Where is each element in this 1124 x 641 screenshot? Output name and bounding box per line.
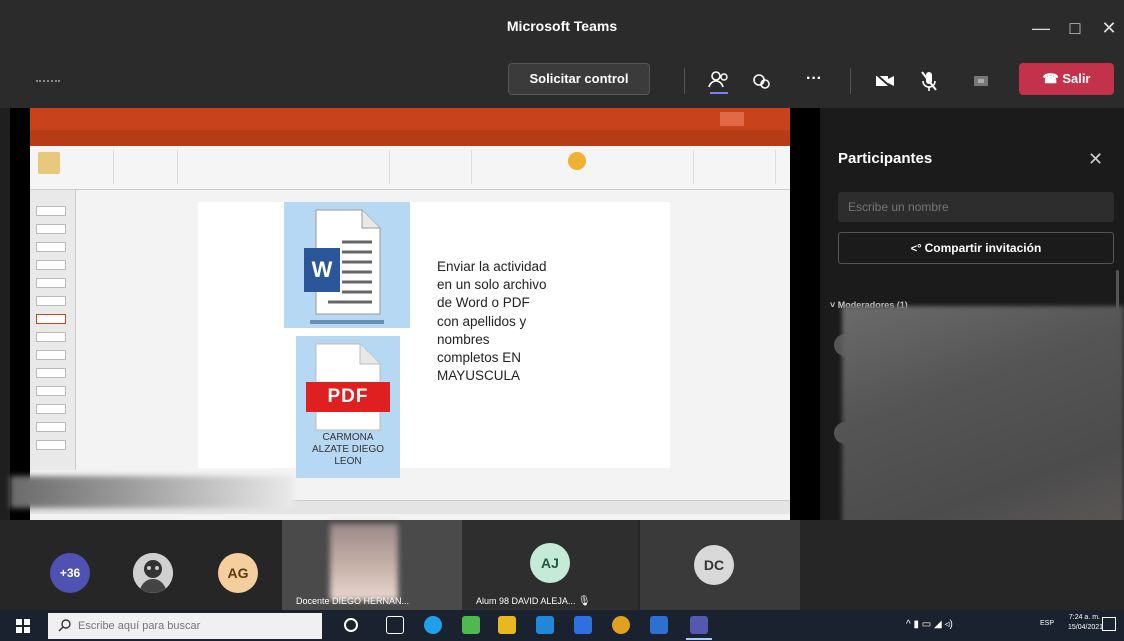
request-control-button[interactable]: Solicitar control [508,63,650,95]
participant-photo-avatar[interactable] [133,553,173,593]
instruction-line: MAYUSCULA [437,368,521,384]
avatar-aj: AJ [530,543,570,583]
caption-line: LEON [334,456,362,467]
powerpoint-ribbon [30,146,790,190]
share-icon: <° [910,243,925,255]
taskbar-search-input[interactable] [48,613,322,639]
hangup-icon: ☎ [1042,71,1063,86]
word-file-tile: W [284,202,410,328]
cortana-icon[interactable] [344,618,358,632]
taskbar-clock[interactable]: 7:24 a. m. 15/04/2021 [1068,613,1104,633]
instruction-line: nombres [437,331,490,347]
photos-icon[interactable] [462,616,480,634]
avatar-image-icon [133,553,173,593]
slide-thumbnail-pane [30,190,76,470]
participants-icon[interactable] [704,66,734,96]
store-icon[interactable] [536,616,554,634]
minimize-button[interactable]: — [1026,14,1056,42]
maximize-button[interactable]: □ [1060,14,1090,42]
file-explorer-icon[interactable] [498,616,516,634]
pdf-filename-caption: CARMONA ALZATE DIEGO LEON [296,432,400,468]
blurred-video-feed [330,524,398,600]
chrome-icon[interactable] [612,616,630,634]
windows-start-icon[interactable] [16,619,30,633]
mic-icon: 🎙 [577,596,591,607]
close-panel-icon[interactable]: ✕ [1088,149,1103,170]
instruction-line: de Word o PDF [437,295,530,311]
slide-instruction-text: Enviar la actividad en un solo archivo d… [437,258,617,385]
caption-line: ALZATE DIEGO [311,444,385,455]
participant-search-input[interactable] [838,192,1114,222]
avatar-ag[interactable]: AG [218,553,258,593]
word-app-icon[interactable] [650,616,668,634]
overflow-participants-badge[interactable]: +36 [50,553,90,593]
leave-button[interactable]: ☎ Salir [1019,63,1114,95]
share-screen-icon[interactable] [966,66,996,96]
search-icon [58,618,72,632]
drag-handle-icon[interactable] [36,80,60,83]
share-invitation-label: Compartir invitación [924,241,1042,255]
input-language[interactable]: ESP [1040,620,1054,627]
toolbar-divider [850,68,851,94]
notifications-icon[interactable] [1102,617,1116,631]
pdf-label: PDF [327,386,369,407]
clock-date: 15/04/2021 [1068,624,1104,631]
word-caption [310,320,384,324]
close-button[interactable]: ✕ [1094,14,1124,42]
panel-scrollbar[interactable] [1116,270,1119,310]
reactions-icon[interactable] [746,66,776,96]
instruction-line: Enviar la actividad [437,259,547,274]
word-document-icon [304,209,381,315]
participant-name: Alum 98 DAVID ALEJA... [476,596,576,606]
clock-time: 7:24 a. m. [1068,614,1100,621]
toolbar-divider [684,68,685,94]
window-title: Microsoft Teams [506,18,618,34]
powerpoint-titlebar [30,108,790,146]
instruction-line: completos EN [437,350,522,366]
leave-label: Salir [1062,71,1091,86]
word-letter: W [311,257,333,282]
camera-off-icon[interactable] [870,66,900,96]
system-tray-icons[interactable]: ^ ▮ ▭ ◢ ◃) [906,619,953,630]
avatar-dc: DC [694,545,734,585]
mail-icon[interactable] [574,616,592,634]
task-view-icon[interactable] [386,616,404,634]
tile-aj-name: Alum 98 DAVID ALEJA... 🎙 [476,596,626,607]
blurred-region [10,476,294,508]
edge-icon[interactable] [424,616,442,634]
caption-line: CARMONA [322,432,374,443]
video-tile-name: Docente DIEGO HERNAN... [296,596,410,606]
teams-app-icon[interactable] [690,616,708,634]
instruction-line: con apellidos y [437,313,527,329]
chevron-down-icon: ˅ [830,300,838,310]
mic-off-icon[interactable] [914,66,944,96]
share-invitation-button[interactable]: <° Compartir invitación [838,232,1114,264]
participants-title: Participantes [838,150,933,167]
more-options-button[interactable]: ··· [806,70,822,88]
instruction-line: en un solo archivo [437,277,547,293]
active-app-indicator [686,638,712,640]
